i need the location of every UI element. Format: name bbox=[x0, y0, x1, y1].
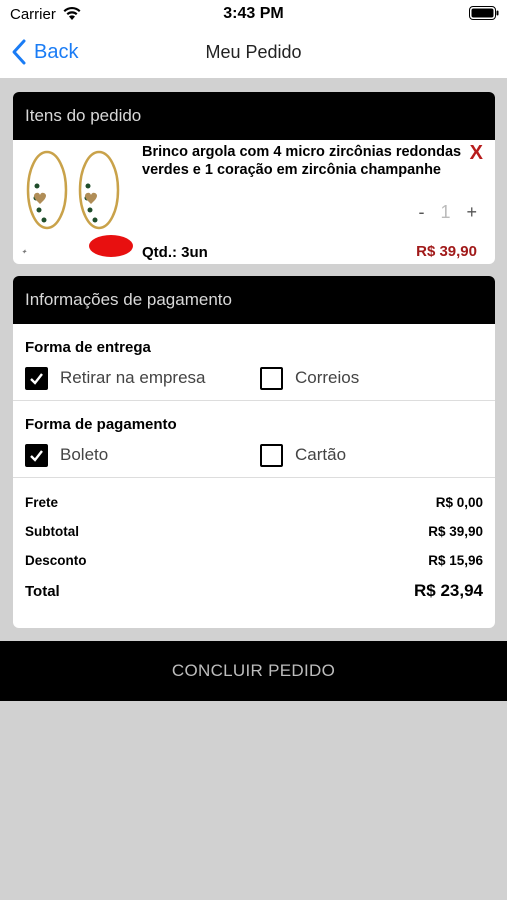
checkbox-checked-icon[interactable] bbox=[25, 443, 48, 467]
payment-option-cartao[interactable]: Cartão bbox=[260, 443, 495, 467]
total-value: R$ 23,94 bbox=[414, 581, 483, 600]
order-items-header: Itens do pedido bbox=[13, 92, 495, 140]
product-image[interactable]: ✦ bbox=[15, 146, 133, 260]
subtotal-row: Subtotal R$ 39,90 bbox=[25, 517, 483, 546]
delivery-option-correios[interactable]: Correios bbox=[260, 366, 495, 390]
payment-info-card: Informações de pagamento Forma de entreg… bbox=[13, 276, 495, 628]
payment-option-boleto[interactable]: Boleto bbox=[25, 443, 260, 467]
payment-method-section: Forma de pagamento Boleto Cartão bbox=[13, 401, 495, 478]
frete-row: Frete R$ 0,00 bbox=[25, 488, 483, 517]
top-bar: Carrier 3:43 PM Back Meu Pedido bbox=[0, 0, 507, 78]
svg-text:✦: ✦ bbox=[21, 248, 28, 256]
checkbox-unchecked-icon[interactable] bbox=[260, 366, 283, 390]
status-bar: Carrier 3:43 PM bbox=[0, 0, 507, 28]
desconto-row: Desconto R$ 15,96 bbox=[25, 546, 483, 575]
battery-icon bbox=[469, 6, 499, 20]
desconto-label: Desconto bbox=[25, 553, 87, 568]
frete-label: Frete bbox=[25, 495, 59, 510]
payment-option-label: Boleto bbox=[60, 445, 109, 464]
checkbox-unchecked-icon[interactable] bbox=[260, 443, 283, 467]
navigation-bar: Back Meu Pedido bbox=[0, 30, 507, 76]
quantity-stepper: - 1 + bbox=[418, 202, 477, 223]
remove-item-button[interactable]: X bbox=[470, 142, 483, 165]
page-title: Meu Pedido bbox=[205, 42, 302, 62]
decrement-button[interactable]: - bbox=[418, 202, 424, 223]
total-row: Total R$ 23,94 bbox=[25, 575, 483, 607]
desconto-value: R$ 15,96 bbox=[428, 553, 483, 568]
item-price: R$ 39,90 bbox=[416, 243, 477, 260]
item-name: Brinco argola com 4 micro zircônias redo… bbox=[142, 144, 462, 178]
item-quantity-label: Qtd.: 3un bbox=[142, 244, 208, 261]
payment-info-header: Informações de pagamento bbox=[13, 276, 495, 324]
delivery-section: Forma de entrega Retirar na empresa Corr… bbox=[13, 324, 495, 401]
payment-option-label: Cartão bbox=[295, 445, 347, 464]
subtotal-value: R$ 39,90 bbox=[428, 524, 483, 539]
clock: 3:43 PM bbox=[223, 5, 284, 22]
increment-button[interactable]: + bbox=[466, 202, 477, 223]
payment-method-label: Forma de pagamento bbox=[25, 416, 177, 433]
quantity-value: 1 bbox=[440, 202, 451, 222]
delivery-option-pickup[interactable]: Retirar na empresa bbox=[25, 366, 260, 390]
delivery-label: Forma de entrega bbox=[25, 339, 151, 356]
delivery-option-label: Retirar na empresa bbox=[60, 368, 206, 387]
delivery-option-label: Correios bbox=[295, 368, 360, 387]
order-totals: Frete R$ 0,00 Subtotal R$ 39,90 Desconto… bbox=[13, 478, 495, 607]
order-item: ✦ Brinco argola com 4 micro zircônias re… bbox=[13, 140, 495, 264]
total-label: Total bbox=[25, 582, 60, 600]
subtotal-label: Subtotal bbox=[25, 524, 79, 539]
conclude-order-button[interactable]: CONCLUIR PEDIDO bbox=[0, 641, 507, 701]
frete-value: R$ 0,00 bbox=[435, 495, 483, 510]
order-items-card: Itens do pedido ✦ Brinco argola com 4 mi… bbox=[13, 92, 495, 264]
checkbox-checked-icon[interactable] bbox=[25, 366, 48, 390]
